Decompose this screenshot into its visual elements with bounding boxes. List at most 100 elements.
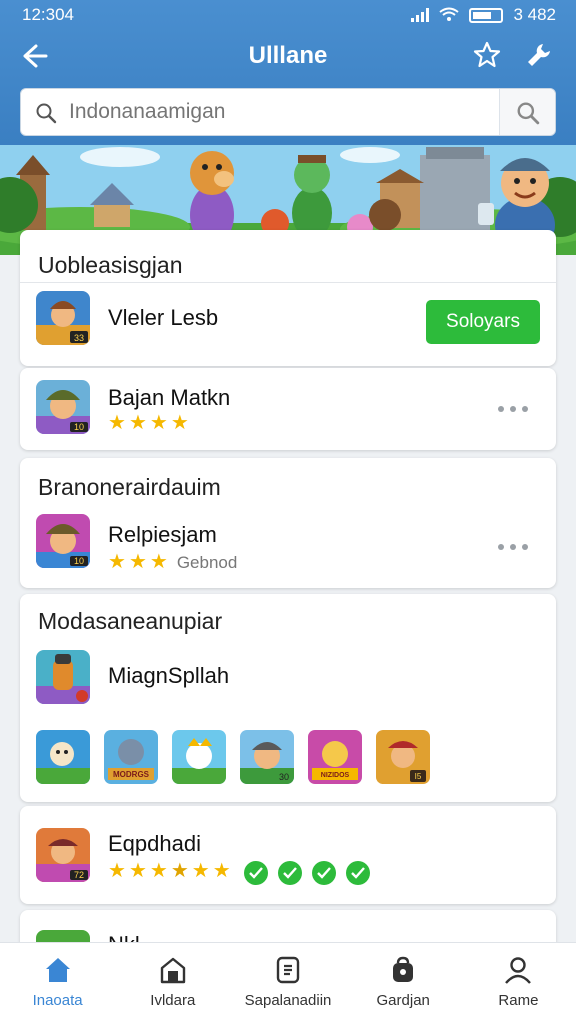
app-icon-badge: 10 [74, 556, 84, 566]
section-card-2: Branonerairdauim 10 Relpiesjam ★ ★ ★ Gebno… [20, 458, 556, 588]
star-icon: ★ [149, 860, 168, 882]
thumbnail-image: MODRGS [104, 730, 158, 784]
wifi-icon [439, 7, 460, 21]
tab-label: Rame [498, 992, 539, 1009]
backpack-icon [393, 956, 414, 982]
app-icon[interactable]: 72 [36, 828, 90, 882]
nav-bar: Ulllane [0, 34, 576, 80]
store-icon [160, 957, 185, 984]
tab-store[interactable]: Ivldara [115, 943, 230, 1024]
star-icon: ★ [128, 860, 147, 882]
library-icon [276, 956, 300, 984]
app-row-card[interactable]: 10 Bajan Matkn ★ ★ ★ ★ [20, 368, 556, 450]
app-icon-image [36, 650, 90, 704]
status-time: 12:304 [22, 5, 74, 24]
more-options-icon[interactable] [498, 404, 528, 414]
section-title: Branonerairdauim [38, 474, 221, 500]
search-input[interactable] [69, 97, 469, 127]
app-icon-badge: 72 [74, 870, 84, 880]
app-icon[interactable]: 10 [36, 380, 90, 434]
status-icons: 3 482 [411, 5, 556, 25]
signal-icon [411, 8, 430, 22]
app-icon-badge: 33 [74, 333, 84, 343]
star-half-icon: ★ [170, 860, 189, 882]
star-icon: ★ [128, 551, 147, 573]
divider [20, 282, 556, 283]
tab-home[interactable]: Inaoata [0, 943, 115, 1024]
thumbnail-badge: I5 [415, 772, 422, 781]
section-card-1: Uobleasisgjan 33 Vleler Lesb Soloyars [20, 230, 556, 366]
thumbnail-image: I5 [376, 730, 430, 784]
tab-label: Ivldara [150, 992, 196, 1009]
check-icon [345, 861, 370, 885]
app-icon-image: 10 [36, 380, 90, 434]
app-row-card[interactable]: 72 Eqpdhadi ★ ★ ★ ★ ★ ★ [20, 806, 556, 904]
thumbnail-image [36, 730, 90, 784]
star-icon[interactable] [472, 40, 502, 70]
thumbnail-badge: NIZIDOS [321, 772, 350, 779]
app-icon-image: 33 [36, 291, 90, 345]
check-icon [311, 861, 336, 885]
app-icon[interactable]: 33 [36, 291, 90, 345]
star-icon: ★ [149, 551, 168, 573]
thumbnail-image: 30 [240, 730, 294, 784]
star-icon: ★ [170, 412, 189, 434]
app-icon-image: 72 [36, 828, 90, 882]
app-name[interactable]: MiagnSpllah [108, 663, 229, 689]
app-name[interactable]: Vleler Lesb [108, 305, 218, 331]
app-name[interactable]: Bajan Matkn [108, 385, 230, 411]
app-icon-badge: 10 [74, 422, 84, 432]
star-rating: ★ ★ ★ Gebnod [108, 552, 237, 574]
status-bar: 12:304 3 482 [0, 0, 576, 30]
check-icon [277, 861, 302, 885]
tab-label: Inaoata [32, 992, 83, 1009]
battery-icon [469, 7, 504, 23]
section-card-3: Modasaneanupiar MiagnSpllah MODRGS 30 NI… [20, 594, 556, 802]
check-icon [243, 861, 268, 885]
app-name[interactable]: Eqpdhadi [108, 831, 201, 857]
thumbnail-row: MODRGS 30 NIZIDOS I5 [36, 730, 430, 784]
more-options-icon[interactable] [498, 542, 528, 552]
star-icon: ★ [191, 860, 210, 882]
tab-profile[interactable]: Rame [461, 943, 576, 1024]
wrench-icon[interactable] [524, 40, 554, 70]
game-thumbnail[interactable] [172, 730, 226, 784]
star-icon: ★ [108, 551, 126, 573]
app-icon[interactable] [36, 650, 90, 704]
game-thumbnail[interactable]: 30 [240, 730, 294, 784]
game-thumbnail[interactable]: I5 [376, 730, 430, 784]
thumbnail-badge: 30 [279, 772, 289, 782]
game-thumbnail[interactable] [36, 730, 90, 784]
star-icon: ★ [128, 412, 147, 434]
verified-checks [243, 861, 370, 885]
thumbnail-image [172, 730, 226, 784]
thumbnail-badge: MODRGS [113, 770, 150, 779]
profile-icon [505, 957, 532, 984]
rating-subtext: Gebnod [176, 553, 238, 572]
app-action-button[interactable]: Soloyars [426, 300, 540, 344]
star-icon: ★ [108, 412, 126, 434]
search-button-icon [517, 102, 540, 125]
bottom-navigation: Inaoata Ivldara Sapalanadiin Gardjan Ram… [0, 942, 576, 1024]
game-thumbnail[interactable]: NIZIDOS [308, 730, 362, 784]
game-thumbnail[interactable]: MODRGS [104, 730, 158, 784]
star-icon: ★ [212, 860, 231, 882]
tab-library[interactable]: Sapalanadiin [230, 943, 345, 1024]
app-name[interactable]: Relpiesjam [108, 522, 217, 548]
star-rating: ★ ★ ★ ★ [108, 413, 189, 433]
tab-backpack[interactable]: Gardjan [346, 943, 461, 1024]
status-right-text: 3 482 [513, 5, 556, 24]
search-button[interactable] [499, 89, 555, 135]
tab-label: Gardjan [376, 992, 430, 1009]
home-icon [45, 958, 70, 982]
section-title: Modasaneanupiar [38, 608, 223, 634]
star-rating: ★ ★ ★ ★ ★ ★ [108, 861, 370, 885]
app-icon[interactable]: 10 [36, 514, 90, 568]
star-icon: ★ [108, 860, 126, 882]
tab-label: Sapalanadiin [244, 992, 332, 1009]
thumbnail-image: NIZIDOS [308, 730, 362, 784]
star-icon: ★ [149, 412, 168, 434]
app-icon-image: 10 [36, 514, 90, 568]
search-bar[interactable] [20, 88, 556, 136]
search-icon [36, 103, 57, 124]
